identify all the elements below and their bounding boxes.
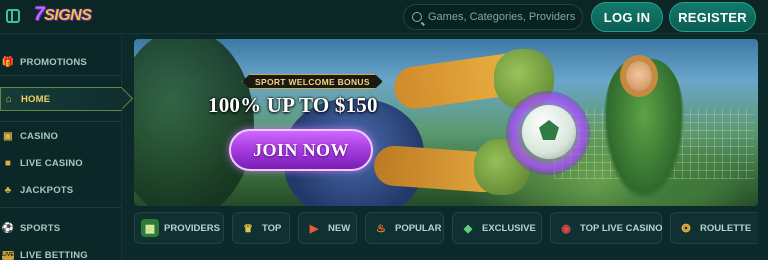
category-providers[interactable]: ▩ PROVIDERS [134, 212, 224, 244]
bonus-headline: 100% UP TO $150 [208, 93, 378, 117]
category-label: ROULETTE [700, 222, 752, 234]
category-top-live-casino[interactable]: ◉ TOP LIVE CASINO [550, 212, 663, 244]
divider [0, 207, 122, 208]
megaphone-icon: ▶ [309, 222, 319, 235]
category-new[interactable]: ▶ NEW [298, 212, 357, 244]
bonus-tag: SPORT WELCOME BONUS [242, 74, 383, 89]
chips-icon: ◉ [561, 222, 571, 235]
divider [0, 75, 122, 76]
sidebar-item-promotions[interactable]: 🎁 PROMOTIONS [0, 52, 122, 72]
roulette-icon: ❂ [681, 222, 691, 235]
register-button[interactable]: REGISTER [669, 2, 756, 32]
sidebar-item-label: LIVE BETTING [20, 249, 88, 260]
logo[interactable]: 7SIGNS [34, 4, 92, 26]
sidebar-item-casino[interactable]: ▣ CASINO [0, 126, 122, 146]
category-label: PROVIDERS [164, 222, 220, 234]
sidebar-item-sports[interactable]: ⚽ SPORTS [0, 218, 122, 238]
logo-number: 7 [34, 4, 45, 25]
category-label: TOP LIVE CASINO [580, 222, 663, 234]
sidebar-item-label: HOME [21, 93, 51, 105]
category-popular[interactable]: ♨ POPULAR [365, 212, 444, 244]
sidebar-item-live-betting[interactable]: LIVE LIVE BETTING [0, 245, 122, 260]
promo-banner[interactable]: SPORT WELCOME BONUS 100% UP TO $150 JOIN… [134, 39, 758, 206]
sidebar-item-label: PROMOTIONS [20, 56, 87, 68]
top-bar: 7SIGNS LOG IN REGISTER [0, 0, 768, 34]
category-label: EXCLUSIVE [482, 222, 536, 234]
category-label: POPULAR [395, 222, 442, 234]
category-roulette[interactable]: ❂ ROULETTE [670, 212, 758, 244]
sidebar: 🎁 PROMOTIONS ⌂ HOME ▣ CASINO ■ LIVE CASI… [0, 35, 122, 260]
sidebar-item-label: JACKPOTS [20, 184, 74, 196]
sidebar-item-label: CASINO [20, 130, 59, 142]
soccer-ball-icon [522, 105, 576, 159]
login-button[interactable]: LOG IN [591, 2, 663, 32]
slot-machine-icon: ▣ [3, 130, 13, 142]
fire-icon: ♨ [376, 222, 386, 235]
category-label: TOP [262, 222, 282, 234]
gem-icon: ◆ [463, 222, 473, 235]
sidebar-toggle-icon[interactable] [6, 9, 20, 23]
soccer-ball-icon: ⚽ [1, 222, 15, 234]
sidebar-item-jackpots[interactable]: ♣ JACKPOTS [0, 180, 122, 200]
logo-text: SIGNS [44, 7, 92, 24]
divider [0, 121, 122, 122]
live-badge-icon: LIVE [2, 250, 14, 260]
category-top[interactable]: ♛ TOP [232, 212, 290, 244]
clover-icon: ♣ [4, 184, 12, 196]
sidebar-item-home[interactable]: ⌂ HOME [0, 87, 122, 111]
sidebar-item-live-casino[interactable]: ■ LIVE CASINO [0, 153, 122, 173]
gift-icon: 🎁 [1, 56, 15, 68]
banner-art [626, 61, 652, 91]
banner-art [134, 39, 254, 206]
sidebar-item-label: LIVE CASINO [20, 157, 83, 169]
home-icon: ⌂ [5, 93, 13, 105]
category-exclusive[interactable]: ◆ EXCLUSIVE [452, 212, 542, 244]
category-label: NEW [328, 222, 351, 234]
search-box[interactable] [403, 4, 583, 30]
search-icon [412, 12, 422, 22]
sidebar-item-label: SPORTS [20, 222, 61, 234]
providers-icon: ▩ [141, 219, 159, 237]
search-input[interactable] [428, 11, 578, 23]
join-now-button[interactable]: JOIN NOW [229, 129, 373, 171]
live-casino-icon: ■ [4, 157, 12, 169]
category-strip: ▩ PROVIDERS ♛ TOP ▶ NEW ♨ POPULAR ◆ EXCL… [134, 212, 758, 244]
crown-icon: ♛ [243, 222, 253, 235]
